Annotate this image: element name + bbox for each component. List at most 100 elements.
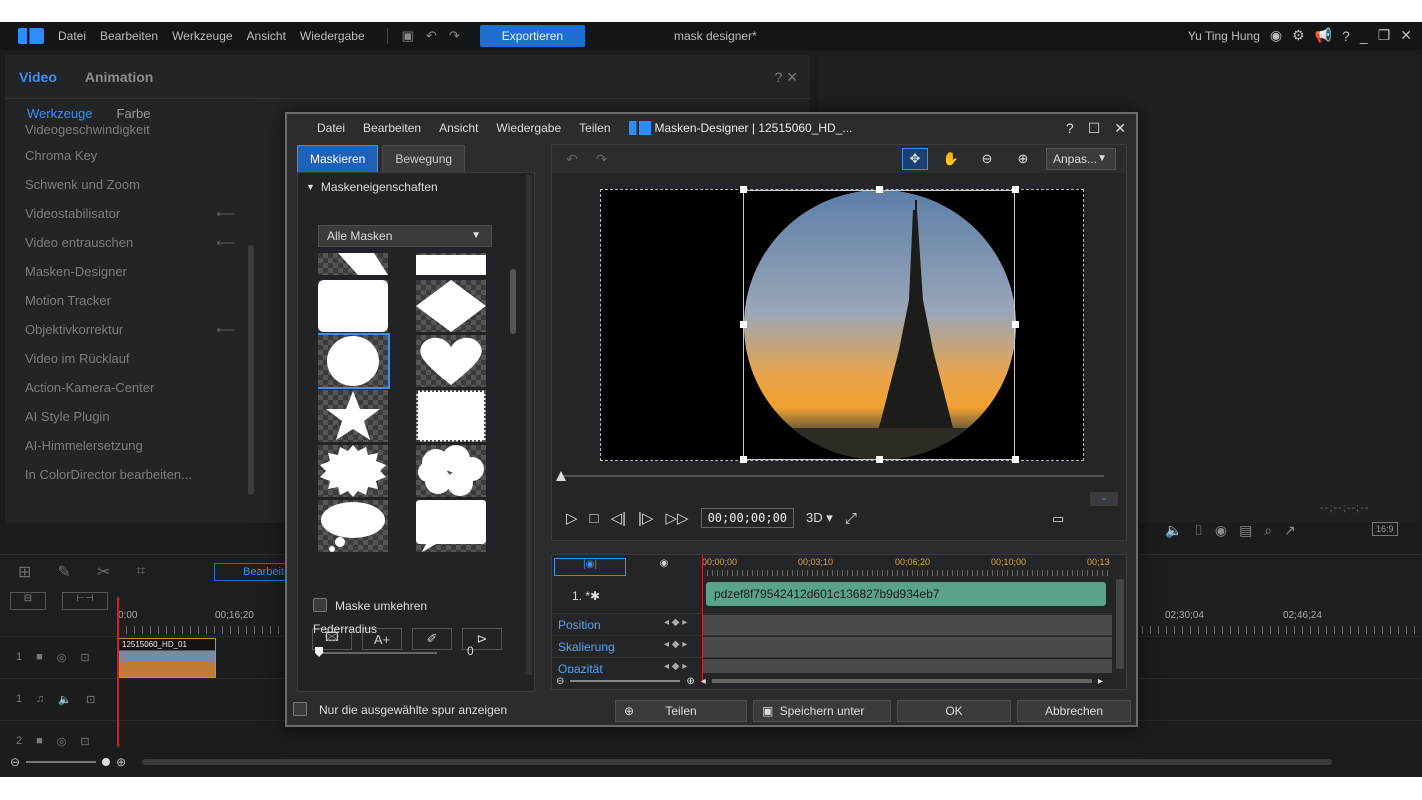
play-icon[interactable]: ▷ xyxy=(566,509,578,527)
dialog-close-icon[interactable]: ✕ xyxy=(1114,120,1126,137)
stop-icon[interactable]: □ xyxy=(590,510,599,527)
mask-bounding-box[interactable] xyxy=(743,190,1015,460)
scissors-icon[interactable]: ✂ xyxy=(97,562,110,582)
tool-item-video-ruecklauf[interactable]: Video im Rücklauf xyxy=(5,344,245,373)
subtab-farbe[interactable]: Farbe xyxy=(117,106,151,121)
expand-chevron-icon[interactable]: ⌄ xyxy=(1090,492,1118,506)
panel-help-close[interactable]: ? ✕ xyxy=(775,69,798,86)
fit-dropdown[interactable]: Anpas... ▼ xyxy=(1046,148,1116,170)
select-move-icon[interactable]: ✥ xyxy=(902,148,928,170)
dlg-menu-wiedergabe[interactable]: Wiedergabe xyxy=(496,121,561,135)
kf-zoom-in-icon[interactable]: ⊕ xyxy=(686,676,694,687)
mask-properties-header[interactable]: ▼ Maskeneigenschaften xyxy=(298,173,534,201)
kf-mask-clip[interactable]: pdzef8f79542412d601c136827b9d934eb7 xyxy=(706,582,1106,606)
fit-timeline-icon[interactable]: ⊢⊣ xyxy=(62,592,108,610)
crop-icon[interactable]: ⌗ xyxy=(136,563,145,581)
eye-icon[interactable]: ◎ xyxy=(57,651,67,664)
mask-shape-cloud[interactable] xyxy=(416,445,486,497)
dlg-menu-datei[interactable]: Datei xyxy=(317,121,345,135)
tool-item-colordirector[interactable]: In ColorDirector bearbeiten... xyxy=(5,460,245,489)
undo-icon[interactable]: ↶ xyxy=(426,28,437,44)
aspect-ratio-badge[interactable]: 16:9 xyxy=(1372,522,1398,536)
menu-datei[interactable]: Datei xyxy=(58,29,86,43)
zoom-preview-icon[interactable]: ⌕ xyxy=(1264,522,1272,539)
menu-ansicht[interactable]: Ansicht xyxy=(247,29,286,43)
cancel-button[interactable]: Abbrechen xyxy=(1017,700,1131,722)
zoom-in-icon[interactable]: ⊕ xyxy=(1010,148,1036,170)
kf-scroll-right-icon[interactable]: ▸ xyxy=(1098,676,1103,687)
zoom-slider-track[interactable] xyxy=(26,761,97,763)
timeline-playhead[interactable] xyxy=(117,597,119,747)
zoom-out-icon[interactable]: ⊖ xyxy=(10,755,20,769)
mask-shape-bar[interactable] xyxy=(416,253,486,275)
kf-zoom-out-icon[interactable]: ⊖ xyxy=(556,676,564,687)
panel-close-icon[interactable]: ✕ xyxy=(786,69,798,85)
account-icon[interactable]: ◉ xyxy=(1270,27,1282,44)
kf-row-bar[interactable] xyxy=(702,659,1112,673)
mask-shape-circle[interactable] xyxy=(318,333,390,389)
preview-redo-icon[interactable]: ↷ xyxy=(596,151,608,168)
keyframe-nav-icon[interactable]: ◂ ◆ ▸ xyxy=(664,639,687,650)
keyframe-view-icon[interactable]: ◉ xyxy=(628,558,700,576)
subtitle-icon[interactable]: ▤ xyxy=(1239,522,1252,539)
tab-video[interactable]: Video xyxy=(19,69,57,85)
pen-icon[interactable]: ✎ xyxy=(57,562,70,582)
track-view-icon[interactable]: |◉| xyxy=(554,558,626,576)
tool-item-objektivkorrektur[interactable]: Objektivkorrektur ⟵ xyxy=(5,315,245,344)
dialog-maximize-icon[interactable]: ☐ xyxy=(1088,120,1101,137)
timeline-scrollbar[interactable] xyxy=(142,759,1333,765)
kf-horizontal-scrollbar[interactable] xyxy=(711,679,1092,683)
reset-icon[interactable]: ⟵ xyxy=(216,315,235,344)
tool-item-ai-himmel[interactable]: AI-Himmelersetzung xyxy=(5,431,245,460)
filmstrip-icon[interactable]: ▭ xyxy=(1052,511,1064,527)
menu-bearbeiten[interactable]: Bearbeiten xyxy=(100,29,158,43)
render-preview-icon[interactable]: ◉ xyxy=(1215,522,1227,539)
dlg-menu-ansicht[interactable]: Ansicht xyxy=(439,121,478,135)
dlg-menu-bearbeiten[interactable]: Bearbeiten xyxy=(363,121,421,135)
tab-maskieren[interactable]: Maskieren xyxy=(297,145,379,173)
mask-shape-rounded-rect[interactable] xyxy=(318,280,388,332)
ok-button[interactable]: OK xyxy=(897,700,1011,722)
kf-row-bar[interactable] xyxy=(702,615,1112,635)
next-frame-icon[interactable]: |▷ xyxy=(638,509,653,527)
prev-frame-icon[interactable]: ◁| xyxy=(611,509,626,527)
kf-zoom-slider[interactable] xyxy=(570,680,681,682)
panel-help-icon[interactable]: ? xyxy=(775,69,783,85)
dlg-menu-teilen[interactable]: Teilen xyxy=(579,121,610,135)
minimize-icon[interactable]: _ xyxy=(1360,28,1368,44)
kf-scroll-left-icon[interactable]: ◂ xyxy=(701,676,706,687)
notification-megaphone-icon[interactable]: 📢 xyxy=(1315,27,1332,44)
resize-handle[interactable] xyxy=(740,456,747,463)
resize-handle[interactable] xyxy=(876,186,883,193)
mask-filter-dropdown[interactable]: Alle Masken ▼ xyxy=(318,225,492,247)
mask-shape-diamond[interactable] xyxy=(416,280,486,332)
resize-handle[interactable] xyxy=(876,456,883,463)
menu-wiedergabe[interactable]: Wiedergabe xyxy=(300,29,365,43)
lock-icon[interactable]: ⊡ xyxy=(86,693,95,706)
save-project-icon[interactable]: ▣ xyxy=(402,28,414,44)
resize-handle[interactable] xyxy=(1012,321,1019,328)
subtab-werkzeuge[interactable]: Werkzeuge xyxy=(27,106,93,121)
zoom-in-icon[interactable]: ⊕ xyxy=(116,755,126,769)
kf-playhead[interactable] xyxy=(702,555,703,683)
speaker-icon[interactable]: 🔈 xyxy=(58,693,72,706)
tool-item-schwenk-zoom[interactable]: Schwenk und Zoom xyxy=(5,170,245,199)
volume-icon[interactable]: 🔈 xyxy=(1165,522,1182,539)
mask-shape-heart[interactable] xyxy=(416,335,486,387)
preview-seek-slider[interactable] xyxy=(560,475,1104,477)
tool-item-motion-tracker[interactable]: Motion Tracker xyxy=(5,286,245,315)
tool-item-masken-designer[interactable]: Masken-Designer xyxy=(5,257,245,286)
mask-shape-stamp[interactable] xyxy=(416,390,486,442)
keyframe-nav-icon[interactable]: ◂ ◆ ▸ xyxy=(664,661,687,672)
zoom-slider-knob[interactable] xyxy=(102,758,111,766)
close-window-icon[interactable]: ✕ xyxy=(1400,27,1412,44)
settings-gear-icon[interactable]: ⚙ xyxy=(1292,27,1305,44)
tool-item-action-kamera[interactable]: Action-Kamera-Center xyxy=(5,373,245,402)
invert-mask-checkbox[interactable] xyxy=(313,598,327,612)
mask-shape-star[interactable] xyxy=(318,390,388,442)
only-selected-track-checkbox[interactable] xyxy=(293,702,307,716)
mask-shape-speech-bubble[interactable] xyxy=(416,500,486,552)
lock-icon[interactable]: ⊡ xyxy=(80,651,89,664)
keyframe-nav-icon[interactable]: ◂ ◆ ▸ xyxy=(664,617,687,628)
snapshot-icon[interactable]: ⌷ xyxy=(1194,522,1202,539)
